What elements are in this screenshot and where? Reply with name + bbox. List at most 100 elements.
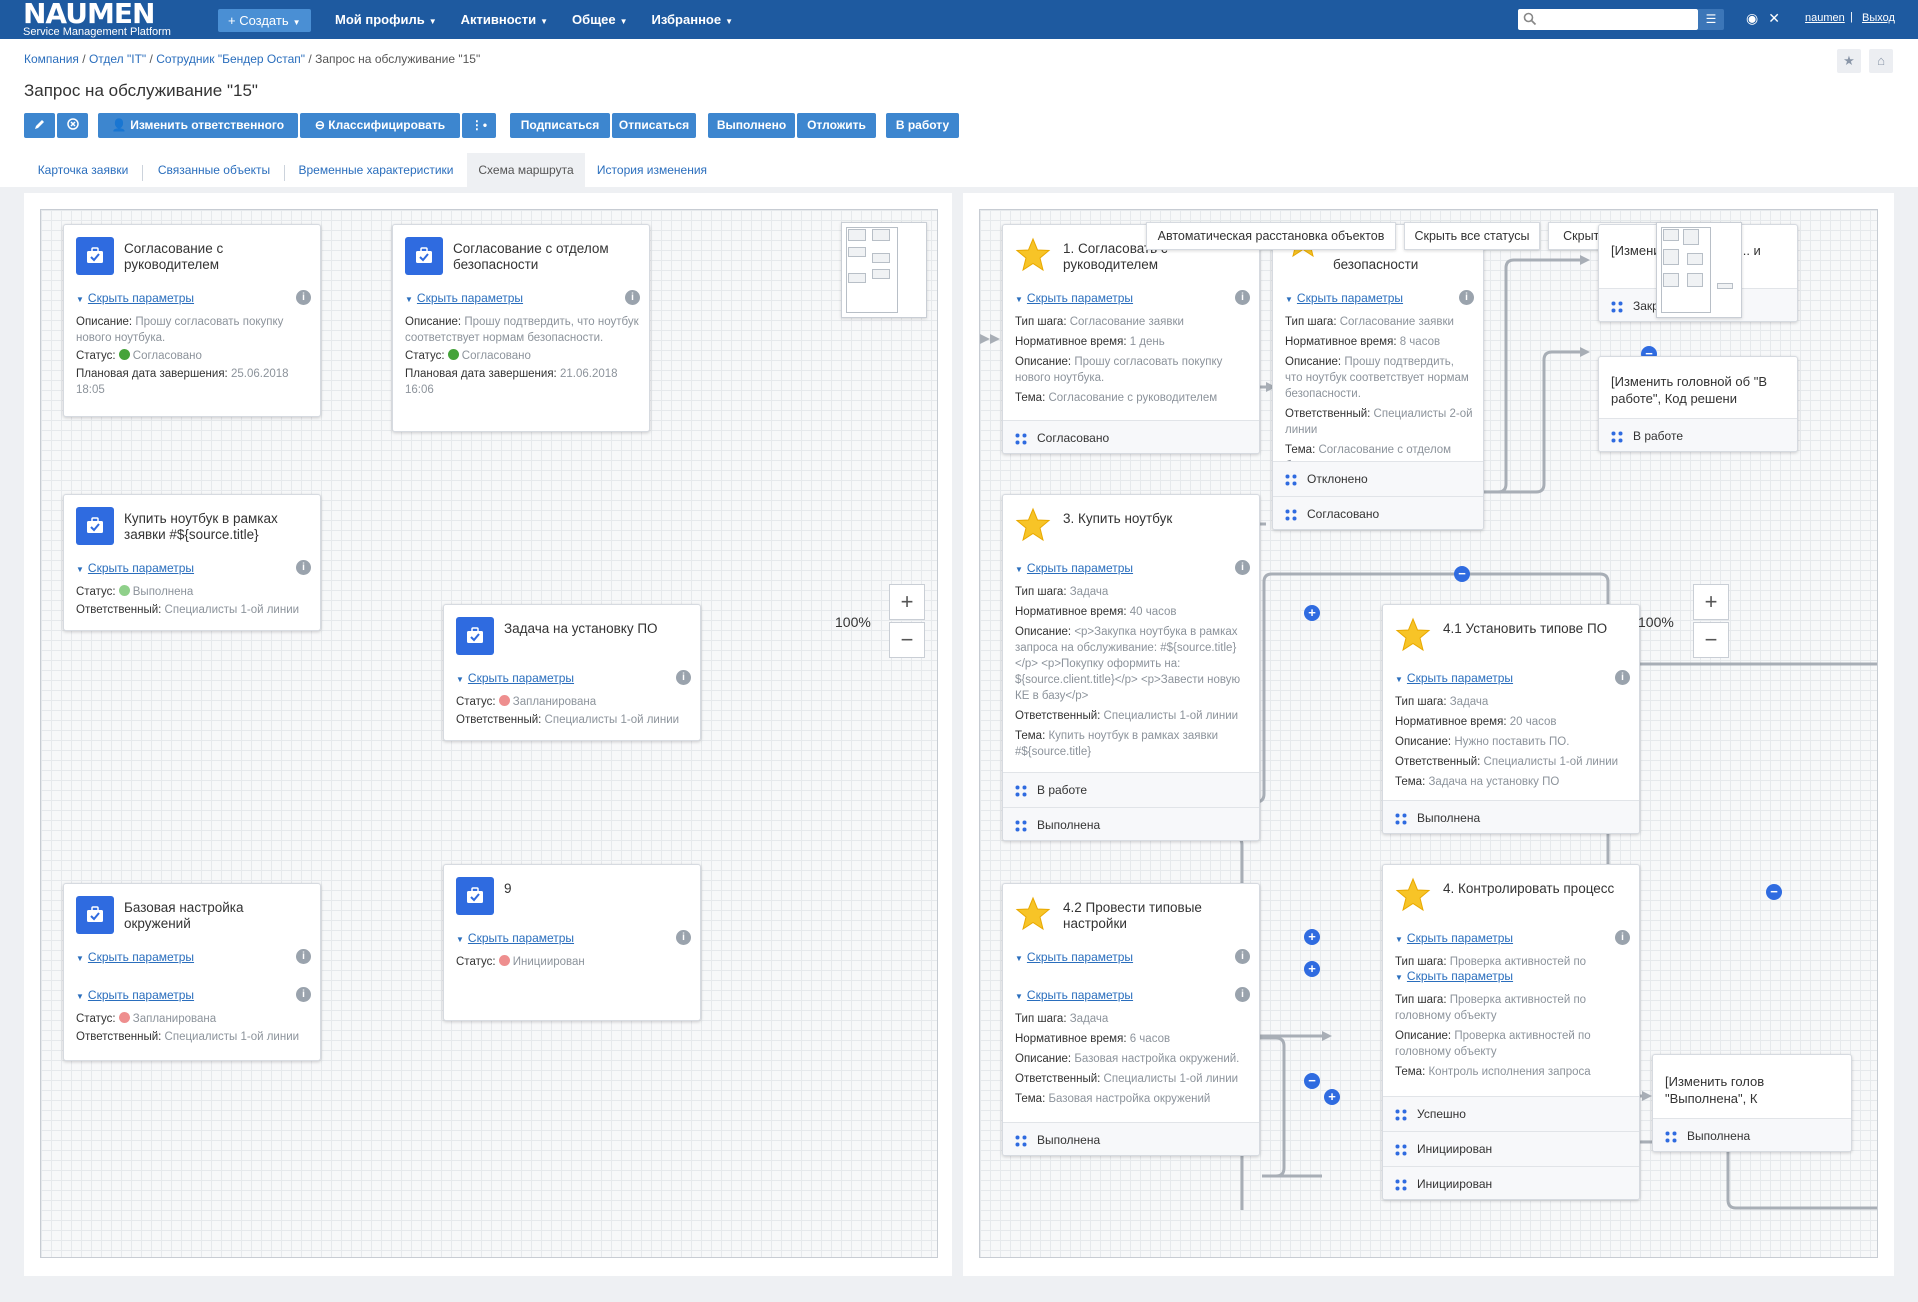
status-transition[interactable]: Согласовано [1003, 420, 1259, 453]
tab-request-card[interactable]: Карточка заявки [24, 153, 142, 187]
minimap[interactable] [841, 222, 927, 318]
hide-params-toggle[interactable]: ▼ Скрыть параметры [76, 291, 194, 305]
search-input[interactable] [1518, 9, 1698, 30]
create-button[interactable]: + Создать ▼ [218, 9, 311, 32]
tab-route-scheme[interactable]: Схема маршрута [467, 153, 585, 187]
zoom-in-button[interactable]: + [889, 584, 925, 620]
info-icon[interactable]: i [1235, 949, 1250, 964]
activity-node[interactable]: Задача на установку ПО ▼ Скрыть параметры… [443, 604, 701, 741]
info-icon[interactable]: i [1615, 930, 1630, 945]
logout-link[interactable]: Выход [1862, 12, 1895, 24]
hide-params-toggle[interactable]: ▼ Скрыть параметры [405, 291, 523, 305]
status-transition[interactable]: Инициирован [1383, 1131, 1639, 1166]
breadcrumb-employee[interactable]: Сотрудник "Бендер Остап" [156, 52, 305, 66]
status-transition[interactable]: Инициирован [1383, 1166, 1639, 1199]
activity-node[interactable]: Согласование с руководителем ▼ Скрыть пар… [63, 224, 321, 417]
collapse-transition-icon[interactable]: − [1454, 566, 1470, 582]
collapse-transition-icon[interactable]: − [1304, 1073, 1320, 1089]
hide-params-toggle[interactable]: ▼ Скрыть параметры [1015, 988, 1133, 1002]
status-transition[interactable]: В работе [1599, 418, 1797, 451]
favorite-star-icon[interactable]: ★ [1837, 49, 1861, 73]
info-icon[interactable]: i [1615, 670, 1630, 685]
step-node[interactable]: 4. Контролировать процесс ▼ Скрыть параме… [1382, 864, 1640, 1200]
hide-params-toggle[interactable]: ▼ Скрыть параметры [1395, 931, 1513, 945]
naumen-logo[interactable]: NAUMEN Service Management Platform [23, 0, 198, 38]
activity-node[interactable]: Купить ноутбук в рамках заявки #${source… [63, 494, 321, 631]
step-node[interactable]: 4.2 Провести типовые настройки ▼ Скрыть п… [1002, 883, 1260, 1156]
right-diagram-canvas[interactable]: + − − + + + − − + − 1. Согласовать с рук… [979, 209, 1878, 1258]
left-diagram-canvas[interactable]: Согласование с руководителем ▼ Скрыть пар… [40, 209, 938, 1258]
step-node[interactable]: 4.1 Установить типове ПО ▼ Скрыть парамет… [1382, 604, 1640, 834]
info-icon[interactable]: i [1235, 290, 1250, 305]
nav-my-profile[interactable]: Мой профиль ▼ [335, 0, 437, 39]
tools-icon[interactable]: ✕ [1768, 10, 1780, 27]
hide-params-toggle[interactable]: ▼ Скрыть параметры [76, 950, 194, 964]
add-transition-icon[interactable]: + [1324, 1089, 1340, 1105]
classify-button[interactable]: ⊖ Классифицировать [300, 113, 460, 138]
hide-eye-icon[interactable]: ◉ [1746, 10, 1758, 27]
status-transition[interactable]: Отклонено [1273, 461, 1483, 496]
hide-params-toggle[interactable]: ▼ Скрыть параметры [76, 988, 194, 1002]
hide-params-toggle[interactable]: ▼ Скрыть параметры [1285, 291, 1403, 305]
info-icon[interactable]: i [296, 290, 311, 305]
search-settings-icon[interactable]: ☰ [1698, 9, 1724, 30]
breadcrumb-company[interactable]: Компания [24, 52, 79, 66]
auto-layout-button[interactable]: Автоматическая расстановка объектов [1146, 222, 1396, 250]
user-link[interactable]: naumen [1805, 12, 1845, 24]
tab-time-characteristics[interactable]: Временные характеристики [286, 153, 466, 187]
zoom-out-button[interactable]: − [1693, 622, 1729, 658]
to-work-button[interactable]: В работу [886, 113, 959, 138]
more-actions-button[interactable]: ⋮• [462, 113, 496, 138]
status-transition[interactable]: Выполнена [1383, 800, 1639, 833]
info-icon[interactable]: i [1235, 987, 1250, 1002]
info-icon[interactable]: i [625, 290, 640, 305]
hide-params-toggle[interactable]: ▼ Скрыть параметры [456, 931, 574, 945]
nav-favorites[interactable]: Избранное ▼ [652, 0, 733, 39]
info-icon[interactable]: i [296, 560, 311, 575]
hide-params-toggle[interactable]: ▼ Скрыть параметры [76, 561, 194, 575]
add-transition-icon[interactable]: + [1304, 961, 1320, 977]
hide-params-toggle[interactable]: ▼ Скрыть параметры [456, 671, 574, 685]
action-node[interactable]: [Изменить головной об "В работе", Код ре… [1598, 356, 1798, 452]
step-node[interactable]: безопасности ▼ Скрыть параметры i Тип шаг… [1272, 224, 1484, 530]
nav-general[interactable]: Общее ▼ [572, 0, 628, 39]
step-node[interactable]: 3. Купить ноутбук ▼ Скрыть параметры i Ти… [1002, 494, 1260, 841]
activity-node[interactable]: Согласование с отделом безопасности ▼ Скр… [392, 224, 650, 432]
change-responsible-button[interactable]: 👤 Изменить ответственного [98, 113, 298, 138]
status-transition[interactable]: Выполнена [1003, 1122, 1259, 1155]
hide-params-toggle[interactable]: ▼ Скрыть параметры [1395, 671, 1513, 685]
info-icon[interactable]: i [676, 930, 691, 945]
status-transition[interactable]: В работе [1003, 772, 1259, 807]
home-icon[interactable]: ⌂ [1869, 49, 1893, 73]
zoom-out-button[interactable]: − [889, 622, 925, 658]
tab-change-history[interactable]: История изменения [587, 153, 717, 187]
unsubscribe-button[interactable]: Отписаться [612, 113, 696, 138]
status-transition[interactable]: Успешно [1383, 1096, 1639, 1131]
action-node[interactable]: [Изменить голов "Выполнена", К Выполнена [1652, 1054, 1852, 1152]
subscribe-button[interactable]: Подписаться [510, 113, 610, 138]
status-transition[interactable]: Выполнена [1653, 1118, 1851, 1151]
hide-params-toggle[interactable]: ▼ Скрыть параметры [1015, 950, 1133, 964]
minimap[interactable] [1656, 222, 1742, 318]
edit-button[interactable] [24, 113, 55, 138]
hide-params-toggle[interactable]: ▼ Скрыть параметры [1015, 291, 1133, 305]
info-icon[interactable]: i [296, 949, 311, 964]
nav-activities[interactable]: Активности ▼ [461, 0, 548, 39]
delete-button[interactable] [57, 113, 88, 138]
status-transition[interactable]: Выполнена [1003, 807, 1259, 840]
info-icon[interactable]: i [1459, 290, 1474, 305]
hide-params-toggle[interactable]: ▼ Скрыть параметры [1395, 969, 1513, 983]
postpone-button[interactable]: Отложить [797, 113, 876, 138]
info-icon[interactable]: i [1235, 560, 1250, 575]
tab-related-objects[interactable]: Связанные объекты [144, 153, 284, 187]
add-transition-icon[interactable]: + [1304, 605, 1320, 621]
zoom-in-button[interactable]: + [1693, 584, 1729, 620]
hide-all-statuses-button[interactable]: Скрыть все статусы [1404, 222, 1540, 250]
done-button[interactable]: Выполнено [708, 113, 795, 138]
step-node[interactable]: 1. Согласовать с руководителем ▼ Скрыть п… [1002, 224, 1260, 454]
breadcrumb-department[interactable]: Отдел "IT" [89, 52, 146, 66]
add-transition-icon[interactable]: + [1304, 929, 1320, 945]
hide-params-toggle[interactable]: ▼ Скрыть параметры [1015, 561, 1133, 575]
activity-node[interactable]: 9 ▼ Скрыть параметры i Статус: Инициирова… [443, 864, 701, 1021]
collapse-transition-icon[interactable]: − [1766, 884, 1782, 900]
